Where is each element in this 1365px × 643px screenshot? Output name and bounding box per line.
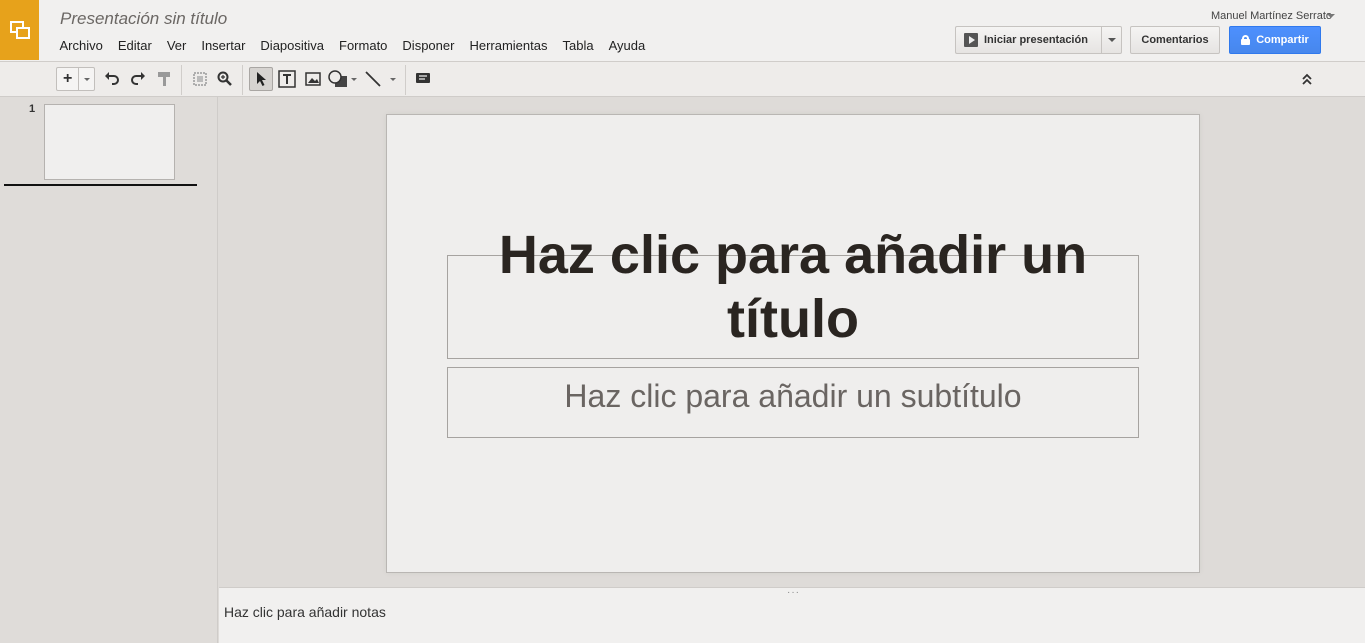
fit-icon[interactable] (189, 67, 211, 91)
slide-filmstrip: 1 (0, 97, 218, 643)
select-icon[interactable] (249, 67, 273, 91)
subtitle-placeholder-text[interactable]: Haz clic para añadir un subtítulo (564, 378, 1021, 415)
menu-diapositiva[interactable]: Diapositiva (253, 36, 332, 56)
image-icon[interactable] (302, 67, 324, 91)
subtitle-placeholder-box[interactable]: Haz clic para añadir un subtítulo (447, 367, 1139, 438)
undo-icon[interactable] (101, 67, 123, 91)
slide-canvas: Haz clic para añadir un título Haz clic … (219, 97, 1365, 587)
account-chevron-down-icon[interactable] (1327, 14, 1335, 18)
presentation-options-dropdown[interactable] (1101, 26, 1122, 54)
menu-ver[interactable]: Ver (159, 36, 194, 56)
header: Presentación sin título Archivo Editar V… (0, 0, 1365, 62)
line-chevron-down-icon[interactable] (390, 77, 396, 81)
menu-herramientas[interactable]: Herramientas (462, 36, 555, 56)
redo-icon[interactable] (127, 67, 149, 91)
document-title[interactable]: Presentación sin título (60, 9, 227, 29)
menu-formato[interactable]: Formato (332, 36, 395, 56)
comments-button[interactable]: Comentarios (1130, 26, 1220, 54)
start-presentation-label: Iniciar presentación (984, 34, 1088, 46)
slide-thumbnail[interactable] (44, 104, 175, 180)
shape-icon[interactable] (327, 67, 359, 91)
toolbar: + (0, 62, 1365, 97)
menu-archivo[interactable]: Archivo (52, 36, 110, 56)
new-slide-button[interactable]: + (56, 67, 95, 91)
menu-bar: Archivo Editar Ver Insertar Diapositiva … (52, 36, 653, 56)
slides-logo-icon[interactable] (0, 0, 39, 60)
notes-resize-handle[interactable]: ··· (787, 588, 800, 598)
account-name[interactable]: Manuel Martínez Serrato (1211, 10, 1332, 22)
lock-icon (1241, 35, 1251, 45)
paint-format-icon[interactable] (153, 67, 175, 91)
play-icon (964, 33, 978, 47)
shape-chevron-down-icon[interactable] (351, 77, 357, 81)
plus-icon: + (63, 70, 73, 87)
share-button[interactable]: Compartir (1229, 26, 1321, 54)
menu-disponer[interactable]: Disponer (395, 36, 462, 56)
menu-ayuda[interactable]: Ayuda (601, 36, 653, 56)
notes-placeholder[interactable]: Haz clic para añadir notas (224, 604, 386, 620)
start-presentation-button[interactable]: Iniciar presentación (955, 26, 1101, 54)
comment-icon[interactable] (412, 67, 434, 91)
toolbar-divider (242, 65, 243, 95)
slide-number: 1 (29, 103, 36, 115)
menu-editar[interactable]: Editar (110, 36, 159, 56)
speaker-notes[interactable]: ··· Haz clic para añadir notas (219, 587, 1365, 643)
new-slide-chevron-down-icon[interactable] (79, 77, 94, 81)
slide-insertion-marker (4, 184, 197, 186)
toolbar-divider (405, 65, 406, 95)
toolbar-divider (181, 65, 182, 95)
slide[interactable]: Haz clic para añadir un título Haz clic … (386, 114, 1200, 573)
collapse-toolbar-icon[interactable] (1296, 67, 1318, 91)
menu-tabla[interactable]: Tabla (555, 36, 601, 56)
title-placeholder-text[interactable]: Haz clic para añadir un título (447, 223, 1139, 351)
menu-insertar[interactable]: Insertar (194, 36, 253, 56)
chevron-down-icon (1107, 38, 1116, 42)
share-label: Compartir (1256, 34, 1309, 46)
line-icon[interactable] (364, 67, 400, 91)
text-box-icon[interactable] (276, 67, 298, 91)
zoom-icon[interactable] (214, 67, 236, 91)
